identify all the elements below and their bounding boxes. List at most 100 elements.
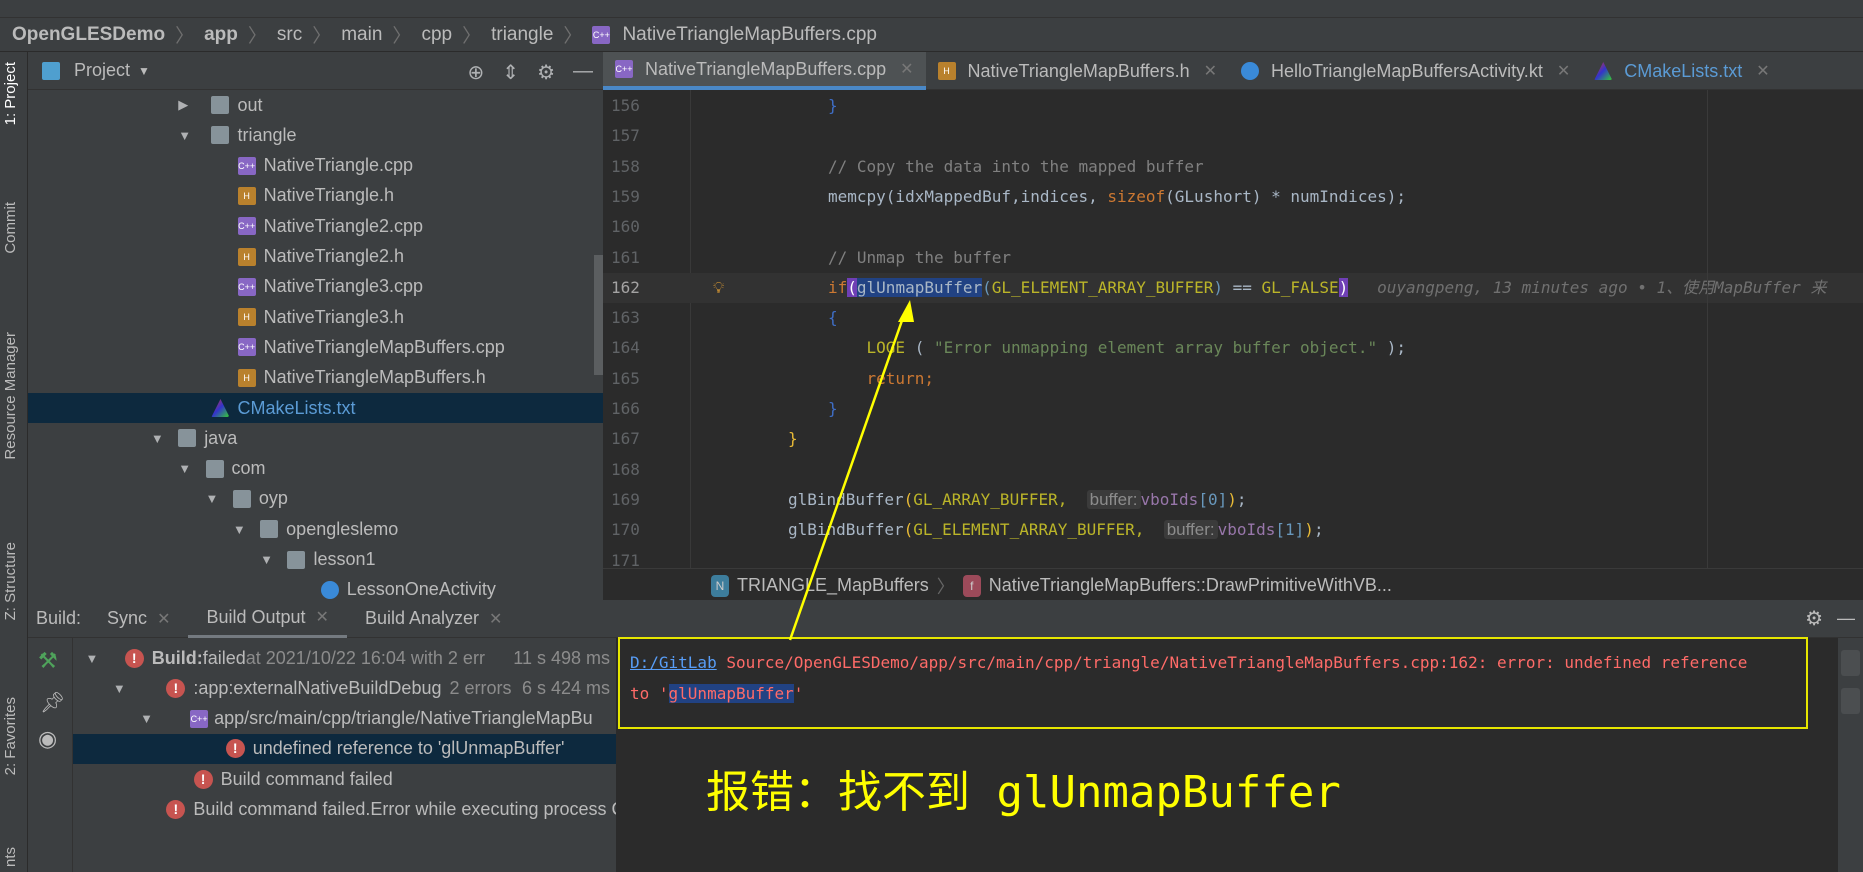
error-message-highlight: D:/GitLab Source/OpenGLESDemo/app/src/ma… bbox=[618, 637, 1808, 729]
tab-build-analyzer[interactable]: Build Analyzer ✕ bbox=[347, 600, 520, 638]
build-tree-item[interactable]: ▼! Build: failed at 2021/10/22 16:04 with… bbox=[73, 643, 616, 673]
crumb-cpp[interactable]: cpp bbox=[421, 24, 452, 46]
crumb-triangle[interactable]: triangle bbox=[491, 24, 553, 46]
namespace-icon: N bbox=[711, 574, 729, 597]
minimize-icon[interactable]: — bbox=[1837, 608, 1855, 629]
build-tree-item[interactable]: ! Build command failed bbox=[73, 764, 616, 794]
tree-item[interactable]: H NativeTriangle3.h bbox=[28, 302, 603, 332]
tab-nativetrianglemapbuffers-h[interactable]: H NativeTriangleMapBuffers.h ✕ bbox=[926, 52, 1230, 90]
expanded-arrow-icon[interactable]: ▼ bbox=[113, 681, 127, 696]
code-variable: vboIds bbox=[1140, 489, 1199, 509]
crumb-main[interactable]: main bbox=[341, 24, 382, 46]
code-variable: vboIds bbox=[1217, 520, 1276, 540]
tree-item[interactable]: ▼ triangle bbox=[28, 120, 603, 150]
tool-build-variants[interactable]: nts bbox=[2, 847, 19, 867]
code-token: (GLushort) * numIndices); bbox=[1165, 186, 1406, 206]
tree-item[interactable]: C++ NativeTriangle3.cpp bbox=[28, 272, 603, 302]
tool-project[interactable]: 1: Project bbox=[2, 62, 19, 125]
close-icon[interactable]: ✕ bbox=[1557, 61, 1570, 81]
project-scrollbar[interactable] bbox=[594, 255, 603, 375]
tool-favorites[interactable]: 2: Favorites bbox=[2, 697, 19, 775]
soft-wrap-icon[interactable] bbox=[1841, 650, 1860, 676]
lightbulb-icon[interactable]: 💡︎ bbox=[713, 273, 724, 303]
expanded-arrow-icon[interactable]: ▼ bbox=[151, 431, 165, 446]
crumb-file[interactable]: NativeTriangleMapBuffers.cpp bbox=[622, 24, 877, 46]
code-number: 1 bbox=[1285, 520, 1295, 540]
code-token: } bbox=[828, 96, 838, 115]
expanded-arrow-icon[interactable]: ▼ bbox=[140, 711, 154, 726]
tab-build-output[interactable]: Build Output ✕ bbox=[188, 600, 347, 638]
collapsed-arrow-icon[interactable]: ▶ bbox=[178, 97, 192, 113]
close-icon[interactable]: ✕ bbox=[157, 609, 170, 629]
tree-item[interactable]: ▼ com bbox=[28, 454, 603, 484]
code-editor[interactable]: 156} 157 158 // Copy the data into the mapp… bbox=[603, 90, 1863, 580]
code-keyword: if bbox=[828, 277, 848, 297]
crumb-project[interactable]: OpenGLESDemo bbox=[12, 24, 165, 46]
code-line: 163{ bbox=[603, 303, 1863, 333]
scroll-to-end-icon[interactable] bbox=[1841, 688, 1860, 714]
code-line: 165 return; bbox=[603, 364, 1863, 394]
tab-nativetrianglemapbuffers-cpp[interactable]: C++ NativeTriangleMapBuffers.cpp ✕ bbox=[603, 52, 926, 90]
chevron-down-icon[interactable]: ▼ bbox=[138, 64, 150, 78]
build-tree-item[interactable]: ! Build command failed.Error while execut… bbox=[73, 795, 616, 825]
tree-item[interactable]: C++ NativeTriangleMapBuffers.cpp bbox=[28, 332, 603, 362]
expanded-arrow-icon[interactable]: ▼ bbox=[178, 461, 192, 476]
hammer-icon[interactable]: ⚒ bbox=[38, 648, 58, 674]
expanded-arrow-icon[interactable]: ▼ bbox=[206, 491, 220, 506]
crumb-function[interactable]: NativeTriangleMapBuffers::DrawPrimitiveW… bbox=[989, 575, 1392, 596]
collapse-all-icon[interactable]: ⇕ bbox=[502, 60, 519, 85]
tree-item[interactable]: H NativeTriangle2.h bbox=[28, 242, 603, 272]
crumb-src[interactable]: src bbox=[277, 24, 302, 46]
code-keyword: return; bbox=[866, 368, 934, 388]
close-icon[interactable]: ✕ bbox=[316, 607, 329, 627]
tab-sync[interactable]: Sync ✕ bbox=[89, 600, 188, 638]
tool-structure[interactable]: Z: Structure bbox=[2, 542, 19, 620]
expanded-arrow-icon[interactable]: ▼ bbox=[178, 128, 192, 143]
build-tree-item[interactable]: ! undefined reference to 'glUnmapBuffer' bbox=[73, 733, 616, 764]
crumb-namespace[interactable]: TRIANGLE_MapBuffers bbox=[737, 575, 929, 596]
expanded-arrow-icon[interactable]: ▼ bbox=[260, 552, 274, 567]
annotation-text: 报错：找不到 glUnmapBuffer bbox=[706, 767, 1341, 818]
project-view-selector[interactable]: Project bbox=[74, 60, 130, 81]
tree-item-label: com bbox=[231, 458, 266, 479]
expanded-arrow-icon[interactable]: ▼ bbox=[233, 522, 247, 537]
build-tree-item[interactable]: ▼ C++ app/src/main/cpp/triangle/NativeTria… bbox=[73, 704, 616, 734]
close-icon[interactable]: ✕ bbox=[489, 609, 502, 629]
crumb-app[interactable]: app bbox=[204, 24, 238, 46]
pin-icon[interactable]: 📌︎ bbox=[40, 690, 65, 715]
line-number: 164 bbox=[611, 338, 640, 358]
build-tree-item[interactable]: ▼!:app:externalNativeBuildDebug 2 errors 6… bbox=[73, 673, 616, 703]
expanded-arrow-icon[interactable]: ▼ bbox=[86, 651, 100, 666]
tree-item[interactable]: H NativeTriangleMapBuffers.h bbox=[28, 363, 603, 393]
locate-icon[interactable]: ⊕ bbox=[468, 60, 485, 85]
close-icon[interactable]: ✕ bbox=[1756, 61, 1769, 81]
line-number: 156 bbox=[611, 96, 640, 115]
tool-commit[interactable]: Commit bbox=[2, 202, 19, 254]
tree-item[interactable]: C++ NativeTriangle2.cpp bbox=[28, 211, 603, 241]
eye-icon[interactable]: ◉ bbox=[38, 726, 57, 752]
tool-resource-manager[interactable]: Resource Manager bbox=[2, 332, 19, 460]
folder-icon bbox=[260, 520, 279, 539]
h-icon: H bbox=[237, 247, 256, 266]
tree-item[interactable]: ▼ lesson1 bbox=[28, 545, 603, 575]
code-line: 161 // Unmap the buffer bbox=[603, 243, 1863, 273]
gear-icon[interactable]: ⚙ bbox=[1805, 606, 1823, 631]
tab-hellotrianglemapbuffersactivity-kt[interactable]: HelloTriangleMapBuffersActivity.kt ✕ bbox=[1229, 52, 1582, 90]
close-icon[interactable]: ✕ bbox=[900, 59, 913, 79]
tab-cmakelists-txt[interactable]: CMakeLists.txt ✕ bbox=[1582, 52, 1781, 90]
tree-item[interactable]: CMakeLists.txt bbox=[28, 393, 603, 423]
build-item-text: app/src/main/cpp/triangle/NativeTriangle… bbox=[214, 708, 593, 729]
tree-item[interactable]: H NativeTriangle.h bbox=[28, 181, 603, 211]
tree-item[interactable]: C++ NativeTriangle.cpp bbox=[28, 151, 603, 181]
minimize-icon[interactable]: — bbox=[573, 60, 593, 85]
folder-icon bbox=[232, 489, 251, 508]
file-link[interactable]: D:/GitLab bbox=[630, 653, 717, 672]
line-number: 168 bbox=[611, 459, 640, 479]
tree-item[interactable]: ▼ java bbox=[28, 423, 603, 453]
tree-item[interactable]: ▼ opengleslemo bbox=[28, 514, 603, 544]
tree-item[interactable]: ▼ oyp bbox=[28, 484, 603, 514]
line-number: 170 bbox=[611, 520, 640, 540]
gear-icon[interactable]: ⚙ bbox=[537, 60, 555, 85]
tree-item[interactable]: ▶ out bbox=[28, 90, 603, 120]
close-icon[interactable]: ✕ bbox=[1204, 61, 1217, 81]
